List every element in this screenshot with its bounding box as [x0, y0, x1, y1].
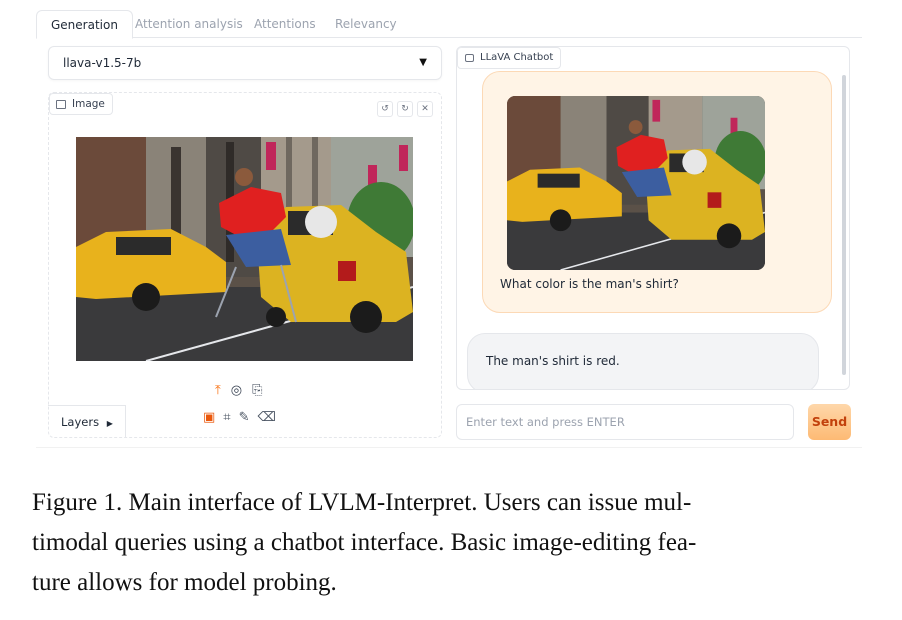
chat-input[interactable]: Enter text and press ENTER [456, 404, 794, 440]
divider [36, 447, 862, 448]
caption-line: ture allows for model probing. [32, 569, 337, 596]
user-message-image [507, 96, 765, 270]
chatbot-panel: LLaVA Chatbot What color is the man's sh… [456, 46, 850, 390]
street-photo-thumb [507, 96, 765, 270]
undo-icon[interactable]: ↺ [377, 101, 393, 117]
close-icon[interactable]: ✕ [417, 101, 433, 117]
webcam-icon[interactable]: ◎ [231, 383, 242, 398]
tab-relevancy[interactable]: Relevancy [321, 10, 411, 38]
chatbot-label: LLaVA Chatbot [457, 47, 562, 69]
bot-message-text: The man's shirt is red. [486, 354, 620, 368]
chat-icon [465, 54, 474, 62]
redo-icon[interactable]: ↻ [397, 101, 413, 117]
chatbot-label-text: LLaVA Chatbot [480, 52, 554, 63]
chevron-down-icon: ▼ [419, 57, 427, 68]
clipboard-icon[interactable]: ⎘ [252, 383, 262, 398]
tab-attention-analysis[interactable]: Attention analysis [121, 10, 257, 38]
image-source-icons: ⤒ ◎ ⎘ [215, 383, 263, 398]
layers-button[interactable]: Layers ▶ [48, 405, 126, 438]
caption-line: timodal queries using a chatbot interfac… [32, 529, 697, 556]
image-icon [56, 99, 66, 109]
caret-right-icon: ▶ [106, 419, 113, 428]
image-panel-label: Image [49, 93, 113, 115]
eraser-icon[interactable]: ⌫ [258, 410, 276, 425]
user-message: What color is the man's shirt? [482, 71, 832, 313]
chat-scrollbar[interactable] [842, 75, 846, 375]
street-photo [76, 137, 413, 361]
tab-bar: Generation Attention analysis Attentions… [36, 10, 862, 39]
layers-label: Layers [61, 415, 100, 429]
crop-icon[interactable]: ⌗ [223, 410, 230, 425]
user-message-text: What color is the man's shirt? [500, 277, 679, 291]
image-actions: ↺ ↻ ✕ [377, 101, 433, 117]
upload-icon[interactable]: ⤒ [215, 383, 221, 398]
brush-icon[interactable]: ✎ [239, 410, 250, 425]
editor-image[interactable] [76, 137, 413, 361]
bot-message: The man's shirt is red. [467, 333, 819, 389]
model-dropdown-value: llava-v1.5-7b [63, 56, 142, 70]
send-button[interactable]: Send [808, 404, 851, 440]
image-icon[interactable]: ▣ [203, 410, 215, 425]
figure-caption: Figure 1. Main interface of LVLM-Interpr… [32, 483, 872, 603]
tab-generation[interactable]: Generation [36, 10, 133, 39]
caption-line: Figure 1. Main interface of LVLM-Interpr… [32, 489, 692, 516]
image-label-text: Image [72, 98, 105, 110]
tab-attentions[interactable]: Attentions [240, 10, 330, 38]
model-dropdown[interactable]: llava-v1.5-7b ▼ [48, 46, 442, 80]
edit-toolbar: ▣ ⌗ ✎ ⌫ [203, 410, 276, 425]
